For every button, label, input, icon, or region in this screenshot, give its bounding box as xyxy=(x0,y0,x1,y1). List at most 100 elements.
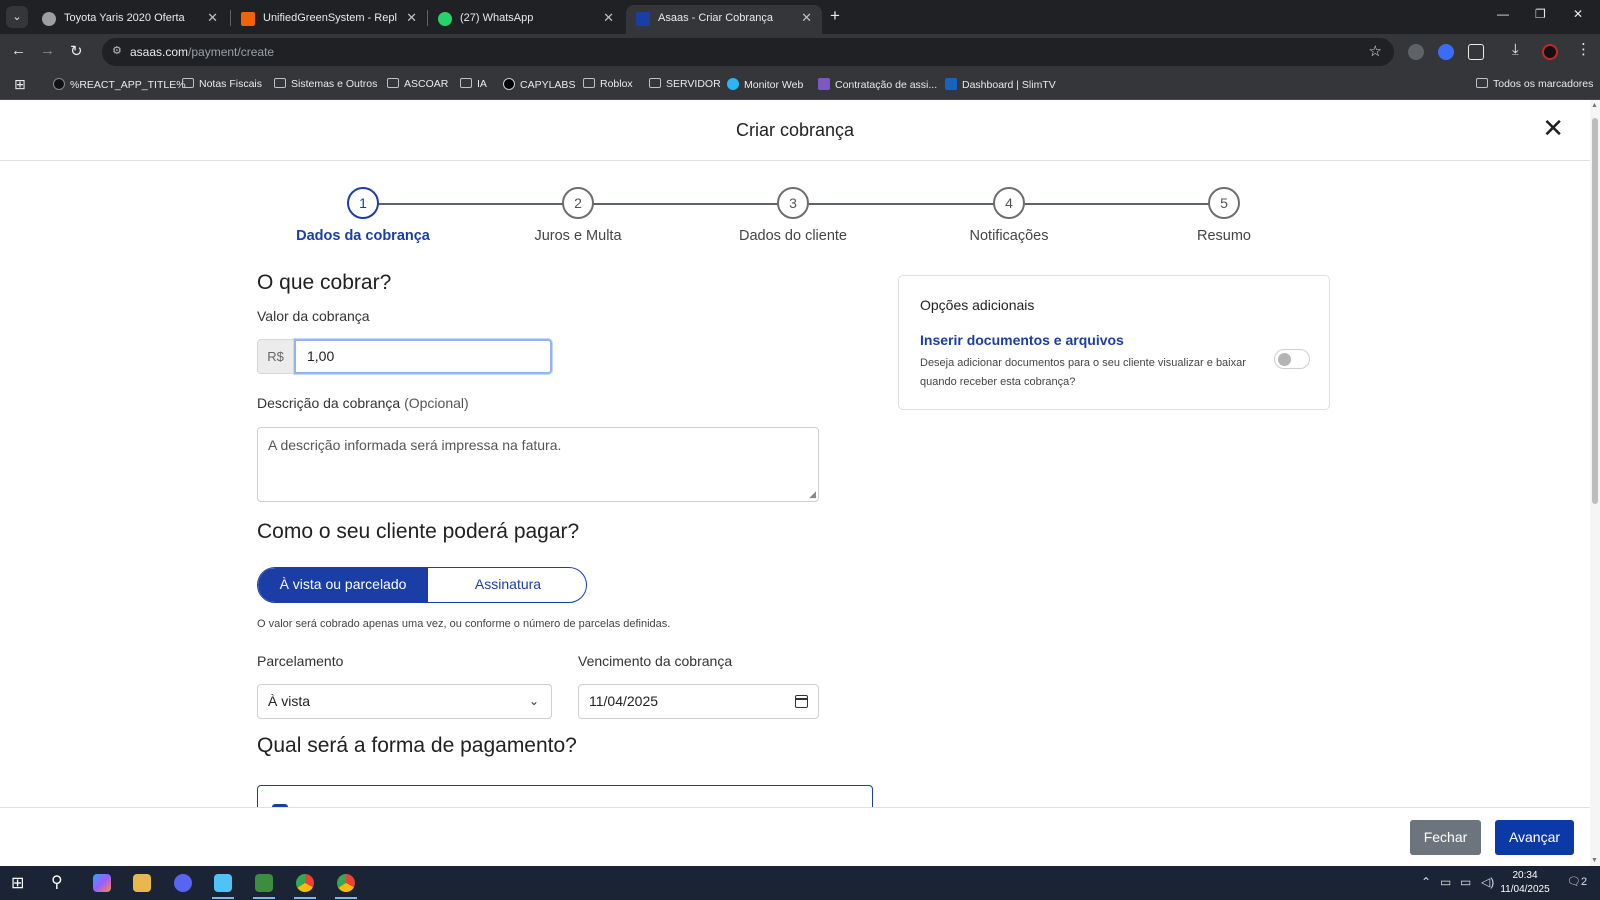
extension-icon[interactable] xyxy=(1438,44,1454,60)
amount-label: Valor da cobrança xyxy=(257,308,370,324)
forward-icon[interactable]: → xyxy=(40,42,55,59)
folder-icon xyxy=(649,78,661,88)
display-icon[interactable]: ▭ xyxy=(1460,875,1471,889)
volume-icon[interactable]: ◁) xyxy=(1481,875,1494,889)
scroll-up-icon[interactable]: ▲ xyxy=(1591,102,1598,109)
app-icon[interactable] xyxy=(214,874,232,892)
bookmark-folder[interactable]: IA xyxy=(460,78,487,90)
tab-asaas[interactable]: Asaas - Criar Cobrança ✕ xyxy=(626,5,822,34)
all-bookmarks-folder[interactable]: Todos os marcadores xyxy=(1476,78,1593,90)
bookmark-item[interactable]: %REACT_APP_TITLE% xyxy=(53,78,186,91)
apps-grid-icon[interactable]: ⊞ xyxy=(14,76,26,93)
folder-icon xyxy=(1476,78,1488,88)
close-button[interactable]: Fechar xyxy=(1410,820,1481,855)
system-clock[interactable]: 20:34 11/04/2025 xyxy=(1500,869,1550,897)
close-tab-icon[interactable]: ✕ xyxy=(801,10,812,26)
calculator-icon[interactable] xyxy=(255,874,273,892)
scrollbar-thumb[interactable] xyxy=(1592,118,1598,504)
extensions-puzzle-icon[interactable] xyxy=(1468,44,1484,60)
running-indicator xyxy=(212,897,234,899)
running-indicator xyxy=(335,897,357,899)
page-scrollbar[interactable]: ▲ ▼ xyxy=(1590,100,1600,866)
close-tab-icon[interactable]: ✕ xyxy=(406,10,417,26)
scroll-down-icon[interactable]: ▼ xyxy=(1591,857,1598,864)
close-tab-icon[interactable]: ✕ xyxy=(603,10,614,26)
notifications-icon[interactable]: 🗨2 xyxy=(1567,875,1587,888)
close-modal-icon[interactable]: ✕ xyxy=(1542,115,1564,141)
insert-documents-description: Deseja adicionar documentos para o seu c… xyxy=(920,357,1246,388)
insert-documents-link[interactable]: Inserir documentos e arquivos xyxy=(920,332,1124,348)
step-4-label: Notificações xyxy=(969,228,1049,244)
clock-date: 11/04/2025 xyxy=(1500,884,1550,895)
search-icon[interactable]: ⚲ xyxy=(51,872,63,892)
modal-title: Criar cobrança xyxy=(735,120,855,140)
modal-footer: Fechar Avançar xyxy=(0,807,1590,866)
chrome-profile-icon[interactable] xyxy=(337,874,355,892)
running-indicator xyxy=(294,897,316,899)
reload-icon[interactable]: ↻ xyxy=(70,42,83,60)
step-2-label: Juros e Multa xyxy=(534,228,622,244)
bookmark-item[interactable]: Dashboard | SlimTV xyxy=(945,78,1056,91)
how-to-pay-heading: Como o seu cliente poderá pagar? xyxy=(257,520,580,543)
bookmark-folder[interactable]: SERVIDOR xyxy=(649,78,721,90)
bookmark-item[interactable]: Contratação de assi... xyxy=(818,78,937,91)
option-subscription-button[interactable]: Assinatura xyxy=(428,568,586,602)
copilot-icon[interactable] xyxy=(93,874,111,892)
windows-taskbar: ⊞ ⚲ ⌃ ▭ ▭ ◁) 20:34 11/04/2025 🗨2 xyxy=(0,866,1600,900)
calendar-icon[interactable] xyxy=(795,695,808,708)
amount-input[interactable]: 1,00 xyxy=(294,339,552,374)
additional-options-card: Opções adicionais Inserir documentos e a… xyxy=(898,275,1330,410)
new-tab-icon[interactable]: + xyxy=(830,6,840,26)
toggle-knob xyxy=(1278,353,1291,366)
folder-icon xyxy=(274,78,286,88)
site-info-icon[interactable]: ⚙ xyxy=(112,44,126,58)
back-icon[interactable]: ← xyxy=(11,42,26,59)
address-bar[interactable]: ⚙ asaas.com/payment/create ☆ xyxy=(102,38,1394,66)
bookmark-folder[interactable]: Notas Fiscais xyxy=(182,78,262,90)
browser-toolbar: ← → ↻ ⚙ asaas.com/payment/create ☆ ⤓ ⋮ xyxy=(0,34,1600,70)
network-icon[interactable]: ▭ xyxy=(1440,875,1451,889)
tray-expand-icon[interactable]: ⌃ xyxy=(1421,875,1431,889)
bookmark-folder[interactable]: Sistemas e Outros xyxy=(274,78,377,90)
url-host: asaas.com xyxy=(130,45,189,59)
installments-select[interactable]: À vista ⌄ xyxy=(257,684,552,719)
capylabs-icon xyxy=(503,78,515,90)
due-date-input[interactable]: 11/04/2025 xyxy=(578,684,819,719)
tab-replit[interactable]: UnifiedGreenSystem - Replit ✕ xyxy=(231,5,427,34)
close-tab-icon[interactable]: ✕ xyxy=(207,10,218,26)
bookmark-folder[interactable]: Roblox xyxy=(583,78,633,90)
minimize-icon[interactable]: — xyxy=(1497,7,1509,21)
bookmark-item[interactable]: Monitor Web xyxy=(727,78,803,91)
tab-toyota[interactable]: Toyota Yaris 2020 Oferta ✕ xyxy=(32,5,228,34)
tab-whatsapp[interactable]: (27) WhatsApp ✕ xyxy=(428,5,624,34)
description-placeholder: A descrição informada será impressa na f… xyxy=(268,437,562,453)
download-icon[interactable]: ⤓ xyxy=(1512,41,1519,58)
url-path: /payment/create xyxy=(188,45,275,59)
chrome-icon[interactable] xyxy=(296,874,314,892)
resize-grip-icon[interactable]: ◢ xyxy=(809,489,816,500)
extension-icon[interactable] xyxy=(1408,44,1424,60)
next-button[interactable]: Avançar xyxy=(1495,820,1574,855)
discord-icon[interactable] xyxy=(174,874,192,892)
file-explorer-icon[interactable] xyxy=(133,874,151,892)
description-label: Descrição da cobrança (Opcional) xyxy=(257,395,469,411)
step-1-label: Dados da cobrança xyxy=(296,228,430,244)
menu-kebab-icon[interactable]: ⋮ xyxy=(1576,40,1591,58)
insert-documents-toggle[interactable] xyxy=(1274,349,1310,369)
installments-value: À vista xyxy=(268,693,311,709)
profile-avatar-icon[interactable] xyxy=(1542,44,1558,60)
description-textarea[interactable]: A descrição informada será impressa na f… xyxy=(257,427,819,502)
close-window-icon[interactable]: ✕ xyxy=(1573,7,1583,21)
tab-favicon-icon xyxy=(241,12,255,26)
tab-title: Toyota Yaris 2020 Oferta xyxy=(64,12,185,24)
chevron-down-icon: ⌄ xyxy=(528,694,539,708)
bookmark-folder[interactable]: ASCOAR xyxy=(387,78,448,90)
bookmark-star-icon[interactable]: ☆ xyxy=(1369,42,1382,60)
bookmark-item[interactable]: CAPYLABS xyxy=(503,78,575,91)
option-single-button[interactable]: À vista ou parcelado xyxy=(258,568,428,602)
payment-method-heading: Qual será a forma de pagamento? xyxy=(257,734,577,757)
restore-icon[interactable]: ❐ xyxy=(1535,7,1546,21)
step-5-circle: 5 xyxy=(1208,187,1240,219)
windows-start-icon[interactable]: ⊞ xyxy=(11,873,24,893)
tab-search-button[interactable]: ⌄ xyxy=(6,6,28,28)
